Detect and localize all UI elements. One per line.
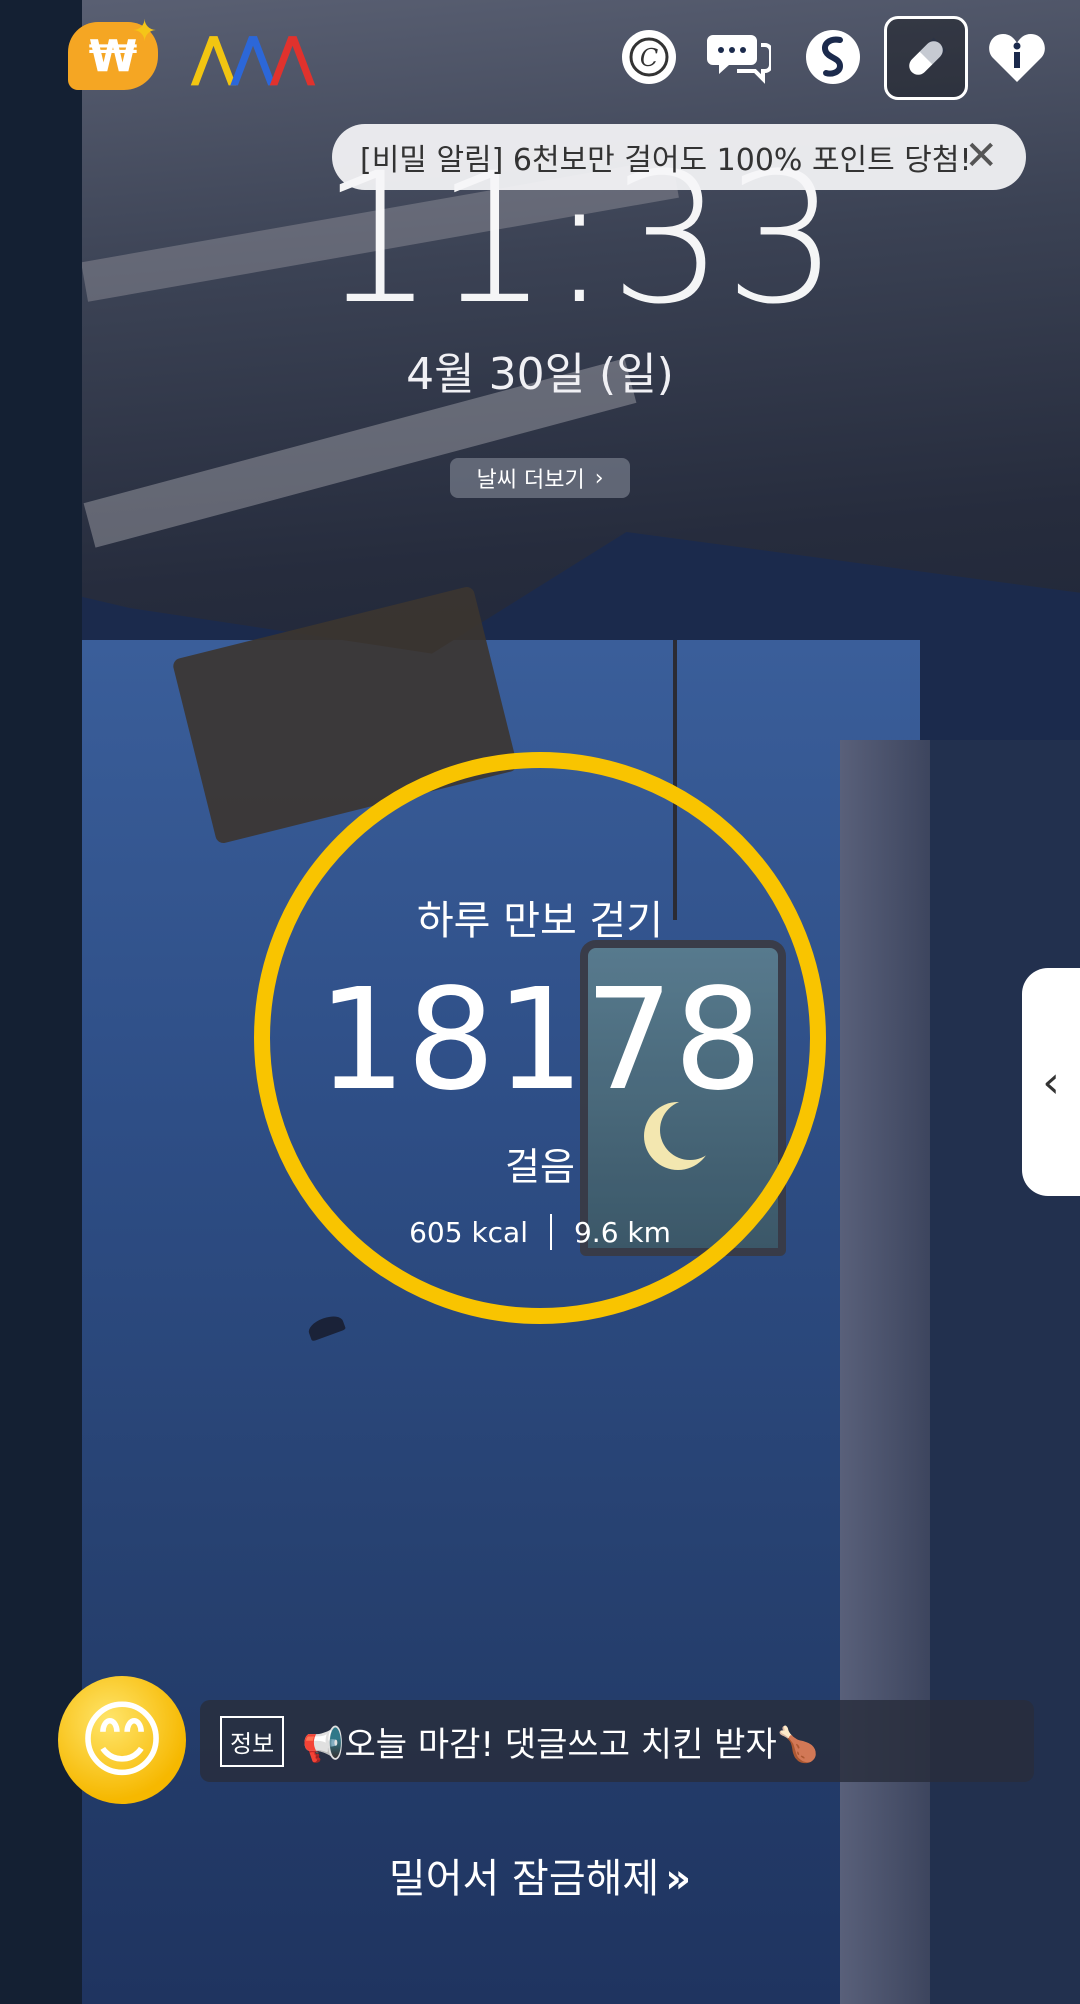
double-chevron-right-icon: » <box>665 1856 692 1902</box>
wave-logo-icon[interactable]: ⋀ ⋀ ⋀ <box>191 22 315 90</box>
step-count: 18178 <box>317 959 763 1122</box>
side-panel-handle[interactable]: ‹ <box>1022 968 1080 1196</box>
calories-value: 605 kcal <box>409 1215 528 1249</box>
unlock-label: 밀어서 잠금해제 <box>388 1856 660 1902</box>
wallpaper-wall <box>930 740 1080 2004</box>
promo-message-bar[interactable]: 정보 📢오늘 마감! 댓글쓰고 치킨 받자🍗 <box>200 1700 1034 1782</box>
swipe-to-unlock[interactable]: 밀어서 잠금해제» <box>0 1846 1080 1904</box>
coin-icon[interactable]: C <box>616 24 682 90</box>
wave-glyph: ⋀ <box>269 24 315 88</box>
step-unit: 걸음 <box>505 1145 575 1189</box>
promo-text: 📢오늘 마감! 댓글쓰고 치킨 받자🍗 <box>302 1724 820 1765</box>
s-logo-icon[interactable] <box>800 24 866 90</box>
info-tag: 정보 <box>220 1715 285 1767</box>
wave-glyph: ⋀ <box>190 24 236 88</box>
chevron-right-icon: › <box>594 465 604 491</box>
chevron-left-icon: ‹ <box>1042 1056 1060 1108</box>
lockscreen-date: 4월 30일 (일) <box>406 349 674 400</box>
promo-banner[interactable]: 😊 정보 📢오늘 마감! 댓글쓰고 치킨 받자🍗 <box>58 1676 1034 1810</box>
chat-icon[interactable] <box>706 24 772 90</box>
pedometer-title: 하루 만보 걷기 <box>416 898 664 944</box>
top-app-bar: ₩ ✦ ⋀ ⋀ ⋀ C <box>0 0 1080 120</box>
distance-value: 9.6 km <box>573 1215 671 1249</box>
heart-info-icon[interactable] <box>984 24 1050 90</box>
smiley-emoji: 😊 <box>78 1691 166 1789</box>
smiley-icon[interactable]: 😊 <box>58 1676 186 1804</box>
wave-glyph: ⋀ <box>230 24 275 88</box>
close-icon[interactable]: ✕ <box>964 136 998 176</box>
sparkle-icon: ✦ <box>132 14 158 49</box>
secret-notification-toast[interactable]: [비밀 알림] 6천보만 걸어도 100% 포인트 당첨! ✕ <box>332 124 1026 190</box>
pedometer-widget[interactable]: 하루 만보 걷기 18178 걸음 605 kcal 9.6 km <box>250 748 830 1328</box>
stats-divider <box>549 1214 552 1250</box>
wallpaper-post <box>840 740 930 2004</box>
toast-text: [비밀 알림] 6천보만 걸어도 100% 포인트 당첨! <box>360 143 972 178</box>
won-glyph: ₩ <box>88 30 138 82</box>
svg-text:C: C <box>640 44 658 72</box>
weather-more-button[interactable]: 날씨 더보기 › <box>450 458 630 498</box>
pedometer-stats: 605 kcal 9.6 km <box>250 1214 830 1250</box>
pill-icon[interactable] <box>884 16 968 100</box>
weather-more-label: 날씨 더보기 <box>476 468 585 493</box>
